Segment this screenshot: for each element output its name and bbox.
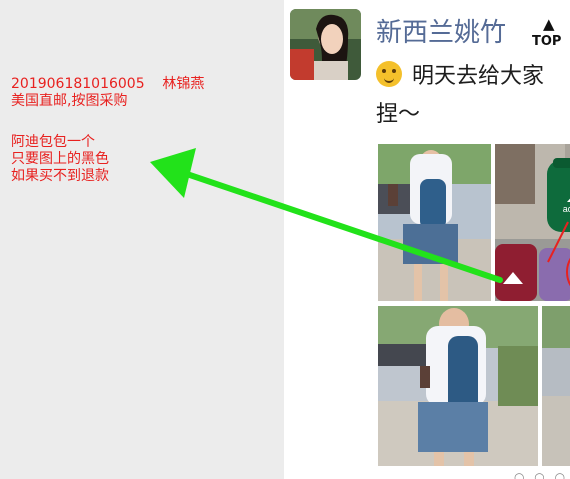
- top-badge: ▲ TOP: [532, 17, 564, 51]
- post-photo-2[interactable]: adidas: [495, 144, 570, 301]
- post-text-line-2: 捏～: [376, 102, 421, 127]
- post-text-line-1: 明天去给大家: [376, 58, 544, 90]
- thinking-face-icon: [376, 61, 402, 87]
- svg-text:adidas: adidas: [563, 204, 570, 214]
- post-text: 明天去给大家: [412, 64, 545, 89]
- request-line-3: 如果买不到退款: [11, 168, 109, 184]
- more-options-icon[interactable]: ○ ○ ○: [514, 470, 568, 479]
- post-photo-1[interactable]: [378, 144, 491, 301]
- request-line-1: 阿迪包包一个: [11, 134, 95, 150]
- post-photo-4[interactable]: [378, 306, 538, 466]
- order-note: 美国直邮,按图采购: [11, 93, 128, 109]
- avatar[interactable]: [290, 9, 361, 80]
- annotation-panel: 201906181016005 林锦燕 美国直邮,按图采购 阿迪包包一个 只要图…: [0, 0, 284, 479]
- top-label: TOP: [532, 34, 562, 49]
- post-photo-5[interactable]: [542, 306, 570, 466]
- arrow-up-icon: ▲: [543, 15, 555, 33]
- author-name[interactable]: 新西兰姚竹: [376, 12, 506, 49]
- request-line-2: 只要图上的黑色: [11, 151, 109, 167]
- moments-feed[interactable]: 新西兰姚竹 ▲ TOP 明天去给大家 捏～ a ○ ○ ○: [284, 0, 570, 479]
- order-info: 201906181016005 林锦燕: [11, 76, 205, 92]
